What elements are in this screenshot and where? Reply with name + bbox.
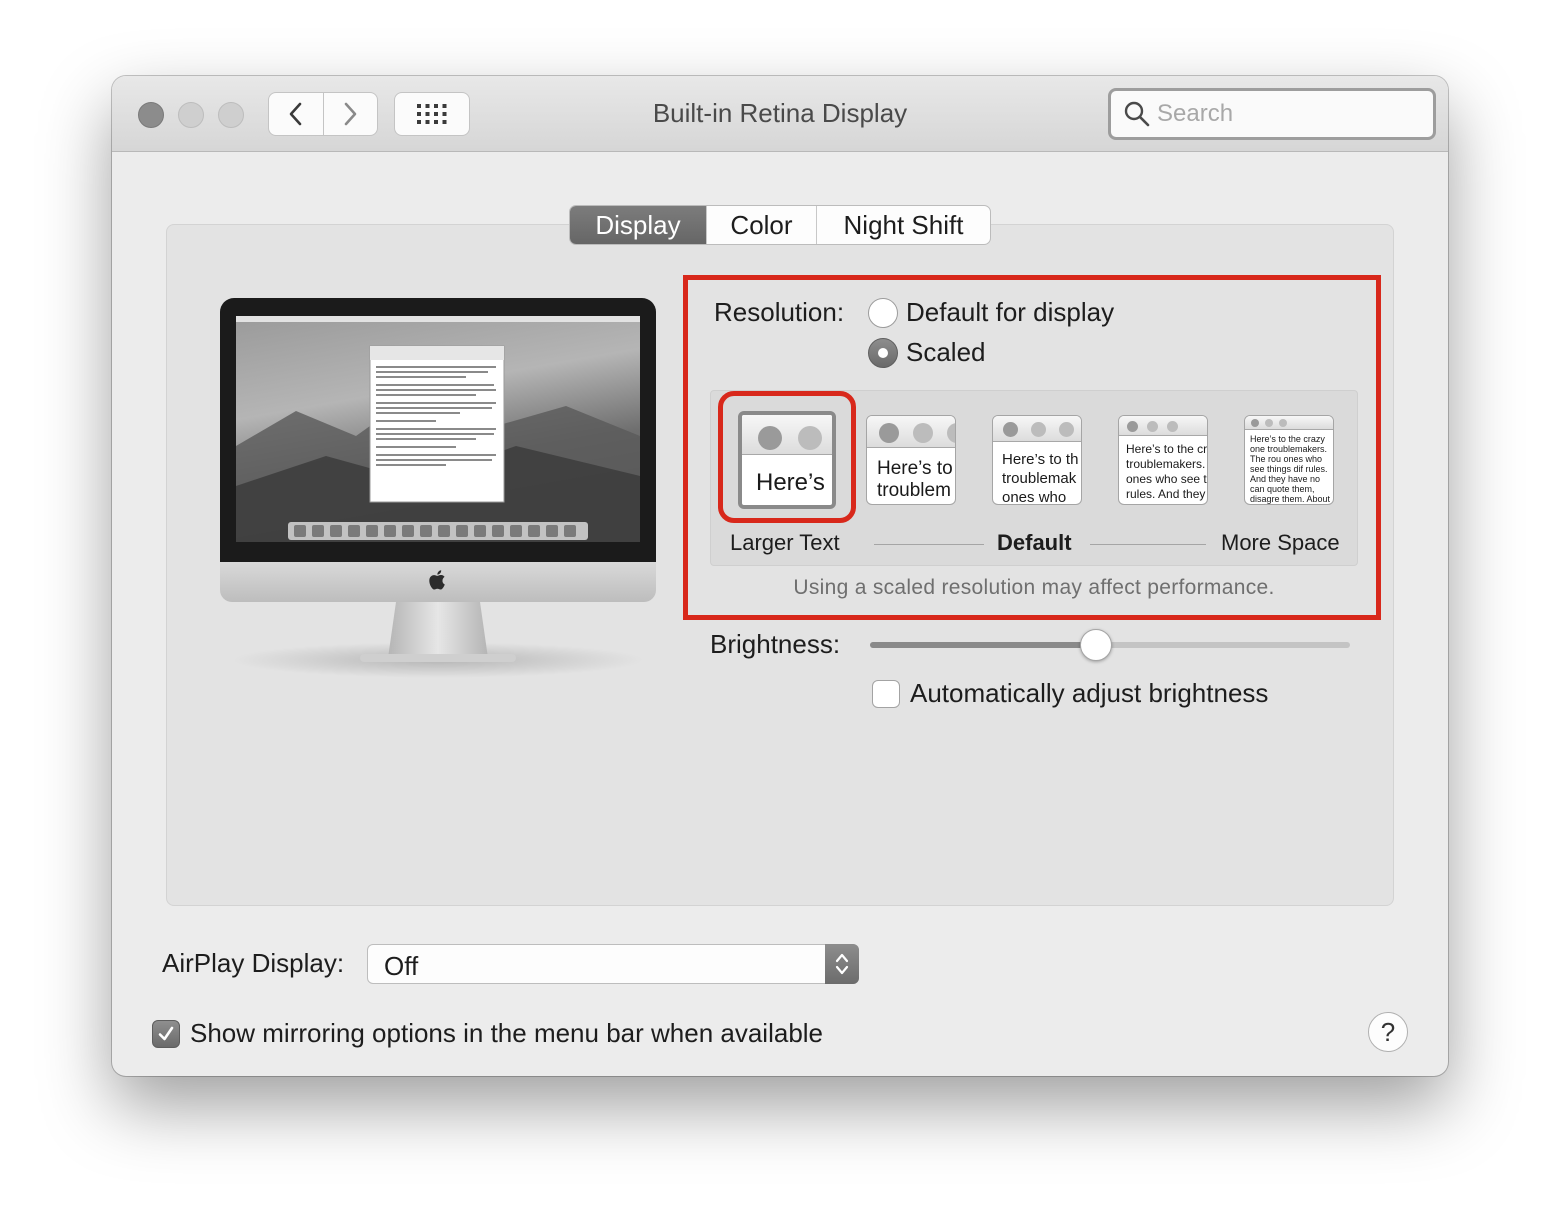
preview-text: Here’s to the crazy one troublemakers. T…	[1250, 434, 1331, 504]
title-bar: Built-in Retina Display Search	[112, 76, 1448, 152]
window-title: Built-in Retina Display	[652, 98, 908, 128]
radio-dot	[878, 347, 888, 358]
tab-bar: Display Color Night Shift	[569, 205, 991, 245]
desktop-preview-graphic	[236, 316, 640, 542]
preview-window-button	[1265, 419, 1273, 427]
tab-display[interactable]: Display	[570, 206, 706, 244]
tab-color[interactable]: Color	[706, 206, 816, 244]
select-arrows[interactable]	[825, 944, 859, 984]
radio-default-for-display[interactable]: Default for display	[868, 297, 1114, 328]
radio-label: Default for display	[906, 297, 1115, 327]
up-down-chevron-icon	[835, 953, 849, 975]
mirroring-checkbox[interactable]	[152, 1019, 180, 1048]
preview-window-button	[1147, 421, 1158, 432]
scale-divider-line	[874, 544, 984, 545]
preview-text: Here’s to th troublemak ones who	[1002, 451, 1079, 505]
preview-window-button	[1003, 422, 1018, 437]
preview-window-button	[1059, 422, 1074, 437]
desktop-wallpaper-image	[236, 316, 640, 542]
apple-logo-icon	[429, 570, 445, 590]
search-placeholder: Search	[1157, 100, 1234, 127]
display-chin	[220, 562, 656, 602]
resolution-label: Resolution:	[714, 297, 845, 327]
airplay-display-label: AirPlay Display:	[162, 948, 345, 978]
scaled-option-2[interactable]: Here’s to troublem	[866, 415, 956, 505]
system-preferences-window: Built-in Retina Display Search Display C…	[112, 76, 1448, 1076]
tab-night-shift[interactable]: Night Shift	[816, 206, 990, 244]
auto-brightness-option[interactable]: Automatically adjust brightness	[872, 678, 1268, 709]
radio-button-selected[interactable]	[868, 337, 898, 368]
scaled-option-more-space[interactable]: Here’s to the crazy one troublemakers. T…	[1244, 415, 1334, 505]
minimize-window-button[interactable]	[178, 102, 204, 128]
scale-label-more-space: More Space	[1221, 530, 1340, 555]
show-all-button[interactable]	[394, 92, 470, 136]
scale-label-larger-text: Larger Text	[730, 530, 840, 555]
display-illustration	[220, 298, 658, 678]
help-button[interactable]: ?	[1368, 1012, 1408, 1052]
search-icon	[1124, 101, 1150, 127]
display-stand	[388, 602, 488, 658]
preview-window-button	[913, 423, 933, 443]
close-window-button[interactable]	[138, 102, 164, 128]
scale-label-default: Default	[997, 530, 1072, 555]
search-field[interactable]: Search	[1108, 88, 1436, 140]
airplay-display-select[interactable]: Off	[367, 944, 859, 984]
preview-window-button	[1031, 422, 1046, 437]
preview-window-button	[1279, 419, 1287, 427]
brightness-slider-knob[interactable]	[1079, 629, 1112, 661]
radio-scaled[interactable]: Scaled	[868, 337, 986, 368]
navigation-buttons	[268, 92, 378, 136]
performance-note: Using a scaled resolution may affect per…	[793, 576, 1275, 599]
mirroring-label: Show mirroring options in the menu bar w…	[190, 1018, 824, 1048]
zoom-window-button[interactable]	[218, 102, 244, 128]
chevron-left-icon	[289, 102, 302, 126]
auto-brightness-label: Automatically adjust brightness	[910, 678, 1269, 708]
radio-button[interactable]	[868, 297, 898, 328]
brightness-label: Brightness:	[710, 629, 841, 659]
preview-window-button	[879, 423, 899, 443]
mirroring-option[interactable]: Show mirroring options in the menu bar w…	[152, 1018, 823, 1049]
scaled-option-default[interactable]: Here’s to th troublemak ones who	[992, 415, 1082, 505]
brightness-slider[interactable]	[870, 629, 1350, 661]
help-question-mark: ?	[1380, 1016, 1396, 1047]
airplay-display-value: Off	[384, 951, 419, 981]
preview-window-button	[1251, 419, 1259, 427]
preview-window-button	[1127, 421, 1138, 432]
selected-option-highlight-ring	[718, 391, 856, 523]
back-button[interactable]	[269, 93, 323, 135]
scale-divider-line	[1090, 544, 1206, 545]
chevron-right-icon	[344, 102, 357, 126]
scaled-option-4[interactable]: Here’s to the cr troublemakers. ones who…	[1118, 415, 1208, 505]
checkmark-icon	[158, 1026, 174, 1040]
preview-window-button	[1167, 421, 1178, 432]
radio-label: Scaled	[906, 337, 986, 367]
display-bezel	[220, 298, 656, 562]
auto-brightness-checkbox[interactable]	[872, 679, 900, 708]
preview-text: Here’s to troublem	[877, 458, 953, 501]
grid-icon	[417, 104, 447, 124]
brightness-slider-fill	[870, 642, 1096, 648]
forward-button[interactable]	[322, 93, 378, 135]
display-stand-foot	[360, 654, 516, 662]
preview-text: Here’s to the cr troublemakers. ones who…	[1126, 442, 1208, 501]
